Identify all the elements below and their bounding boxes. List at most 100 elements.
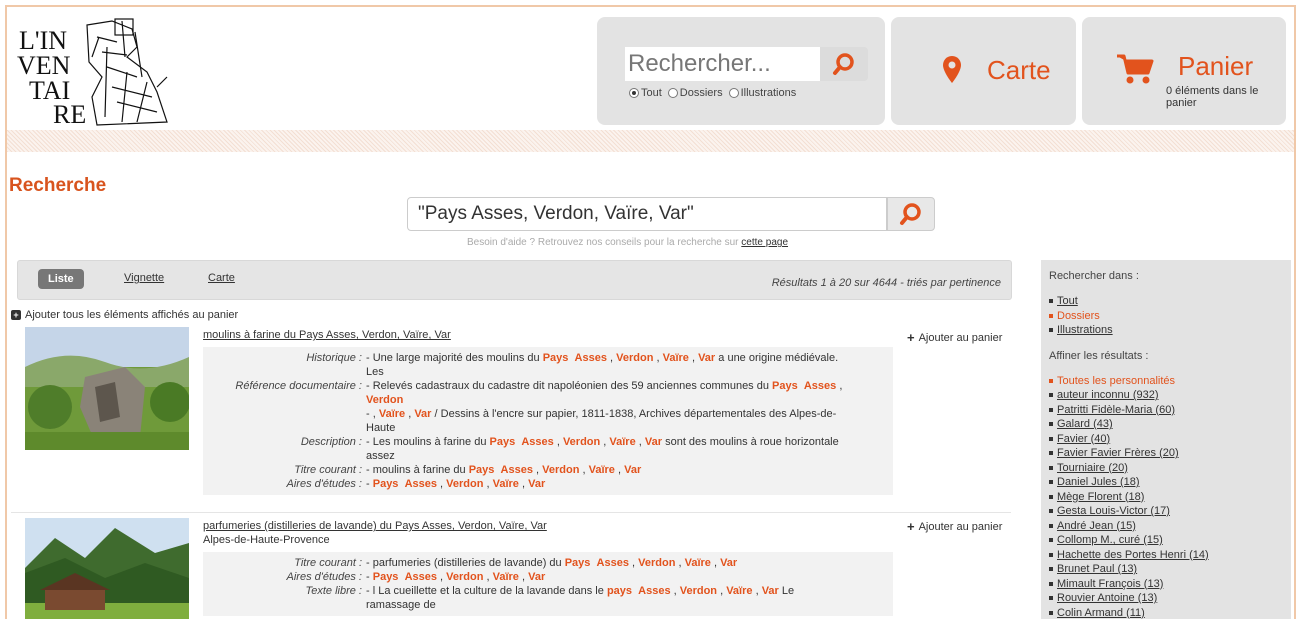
result-title[interactable]: moulins à farine du Pays Asses, Verdon, …	[203, 329, 451, 341]
filter-link[interactable]: Collomp M., curé (15)	[1057, 533, 1163, 548]
filter-link[interactable]: Galard (43)	[1057, 417, 1113, 432]
result-details: Historique : - Une large majorité des mo…	[203, 347, 893, 495]
filter-all-personalities[interactable]: Toutes les personnalités	[1049, 374, 1283, 389]
filter-link[interactable]: Brunet Paul (13)	[1057, 562, 1137, 577]
filter-link[interactable]: Rouvier Antoine (13)	[1057, 591, 1157, 606]
filter-personality[interactable]: Mimault François (13)	[1049, 577, 1283, 592]
search-in-illustrations[interactable]: Illustrations	[1049, 323, 1283, 338]
plus-icon: +	[907, 330, 915, 345]
bullet	[1049, 552, 1053, 557]
detail-value: - moulins à farine du Pays Asses , Verdo…	[366, 464, 642, 476]
text: ramassage de	[366, 599, 436, 611]
map-label: Carte	[987, 55, 1051, 85]
detail-value: - Pays Asses , Verdon , Vaïre , Var	[366, 571, 546, 583]
main-search-input[interactable]: "Pays Asses, Verdon, Vaïre, Var"	[407, 197, 887, 231]
filter-personality[interactable]: Gesta Louis-Victor (17)	[1049, 504, 1283, 519]
page-title: Recherche	[9, 175, 107, 196]
filter-personality[interactable]: Brunet Paul (13)	[1049, 562, 1283, 577]
plus-icon: +	[11, 310, 21, 320]
filter-personality[interactable]: Rouvier Antoine (13)	[1049, 591, 1283, 606]
highlight: Asses	[596, 557, 629, 569]
highlight: Pays	[542, 352, 569, 364]
highlight: Pays	[564, 557, 591, 569]
filter-link[interactable]: Favier (40)	[1057, 432, 1110, 447]
text: - Relevés cadastraux du cadastre dit nap…	[366, 380, 773, 392]
filter-link[interactable]: auteur inconnu (932)	[1057, 388, 1159, 403]
radio-dossiers[interactable]: Dossiers	[667, 87, 723, 99]
filter-link[interactable]: Patritti Fidèle-Maria (60)	[1057, 403, 1175, 418]
header-search-button[interactable]	[820, 47, 868, 81]
cart-link[interactable]: Panier 0 éléments dans le panier	[1082, 17, 1286, 125]
filter-link[interactable]: Gesta Louis-Victor (17)	[1057, 504, 1170, 519]
filter-personality[interactable]: Collomp M., curé (15)	[1049, 533, 1283, 548]
add-all-to-cart[interactable]: + Ajouter tous les éléments affichés au …	[11, 309, 238, 321]
filter-personality[interactable]: Favier (40)	[1049, 432, 1283, 447]
detail-value: - Les moulins à farine du Pays Asses , V…	[366, 436, 839, 462]
text: Haute	[366, 422, 396, 434]
filter-link[interactable]: Illustrations	[1057, 323, 1113, 338]
highlight: Verdon	[679, 585, 718, 597]
highlight: Pays	[772, 380, 798, 392]
filter-link[interactable]: Hachette des Portes Henri (14)	[1057, 548, 1209, 563]
highlight: Verdon	[616, 352, 654, 364]
add-to-cart-button[interactable]: + Ajouter au panier	[907, 330, 1002, 345]
radio-label: Dossiers	[679, 87, 723, 99]
help-text: Besoin d'aide ? Retrouvez nos conseils p…	[467, 237, 742, 248]
filter-personality[interactable]: Favier Favier Frères (20)	[1049, 446, 1283, 461]
detail-value: - parfumeries (distilleries de lavande) …	[366, 557, 738, 569]
filter-link[interactable]: Favier Favier Frères (20)	[1057, 446, 1179, 461]
filter-personality[interactable]: Colin Armand (11)	[1049, 606, 1283, 619]
result-title[interactable]: parfumeries (distilleries de lavande) du…	[203, 520, 547, 532]
map-link[interactable]: Carte	[891, 17, 1076, 125]
filter-link[interactable]: Daniel Jules (18)	[1057, 475, 1140, 490]
header-search-input[interactable]: Rechercher...	[625, 47, 820, 81]
highlight: Vaïre	[492, 571, 519, 583]
main-search-button[interactable]	[887, 197, 935, 231]
detail-row-reference: Référence documentaire : - Relevés cadas…	[203, 379, 893, 435]
bullet	[1049, 299, 1053, 304]
radio-label: Illustrations	[740, 87, 797, 99]
filter-personality[interactable]: Daniel Jules (18)	[1049, 475, 1283, 490]
filter-personality[interactable]: auteur inconnu (932)	[1049, 388, 1283, 403]
highlight: Verdon	[542, 464, 580, 476]
filter-personality[interactable]: Hachette des Portes Henri (14)	[1049, 548, 1283, 563]
filter-link[interactable]: Mège Florent (18)	[1057, 490, 1144, 505]
highlight: Var	[720, 557, 738, 569]
detail-row-historique: Historique : - Une large majorité des mo…	[203, 351, 893, 379]
detail-label: Description :	[300, 436, 362, 448]
header-search-panel: Rechercher... Tout Dossiers Illustration…	[597, 17, 885, 125]
text: -	[366, 571, 373, 583]
filter-link[interactable]: Tout	[1057, 294, 1078, 309]
highlight: Asses	[574, 352, 607, 364]
radio-tout[interactable]: Tout	[629, 87, 662, 99]
site-logo[interactable]: L'IN VEN TAI RE	[17, 17, 182, 127]
filter-link[interactable]: Tourniaire (20)	[1057, 461, 1128, 476]
radio-illustrations[interactable]: Illustrations	[728, 87, 797, 99]
search-icon	[900, 203, 921, 225]
radio-dot	[629, 88, 639, 98]
add-to-cart-button[interactable]: + Ajouter au panier	[907, 519, 1002, 534]
filter-sidebar: Rechercher dans : Tout Dossiers Illustra…	[1041, 260, 1291, 619]
highlight: Verdon	[638, 557, 676, 569]
filter-link[interactable]: Colin Armand (11)	[1057, 606, 1145, 619]
result-thumbnail[interactable]	[25, 518, 189, 619]
filter-link[interactable]: Mimault François (13)	[1057, 577, 1163, 592]
tab-liste[interactable]: Liste	[38, 269, 84, 289]
tab-vignette[interactable]: Vignette	[124, 272, 164, 284]
help-link[interactable]: cette page	[741, 237, 788, 248]
tab-carte[interactable]: Carte	[208, 272, 235, 284]
filter-link[interactable]: André Jean (15)	[1057, 519, 1136, 534]
result-thumbnail[interactable]	[25, 327, 189, 450]
filter-personality[interactable]: Patritti Fidèle-Maria (60)	[1049, 403, 1283, 418]
search-in-tout[interactable]: Tout	[1049, 294, 1283, 309]
filter-personality[interactable]: André Jean (15)	[1049, 519, 1283, 534]
detail-label: Titre courant :	[294, 464, 362, 476]
add-all-label: Ajouter tous les éléments affichés au pa…	[25, 309, 239, 321]
bullet	[1049, 422, 1053, 427]
filter-personality[interactable]: Galard (43)	[1049, 417, 1283, 432]
filter-personality[interactable]: Tourniaire (20)	[1049, 461, 1283, 476]
search-in-dossiers[interactable]: Dossiers	[1049, 309, 1283, 324]
bullet	[1049, 328, 1053, 333]
text: - Une large majorité des moulins du	[366, 352, 543, 364]
filter-personality[interactable]: Mège Florent (18)	[1049, 490, 1283, 505]
